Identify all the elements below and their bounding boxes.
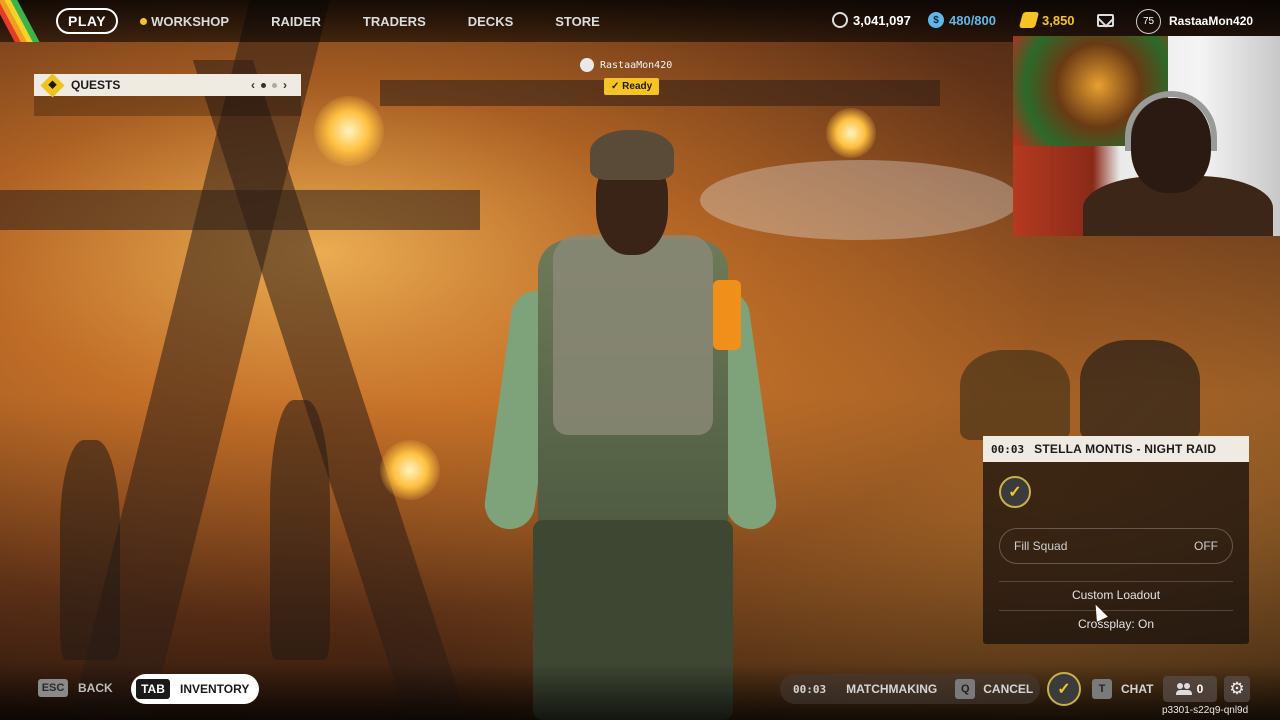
- matchmaking-status: 00:03 MATCHMAKING Q CANCEL: [780, 674, 1040, 704]
- nav-decks[interactable]: DECKS: [468, 14, 514, 29]
- matchmaking-label: MATCHMAKING: [846, 682, 938, 696]
- nav-workshop-label: WORKSHOP: [151, 13, 230, 29]
- npc-silhouette: [1080, 340, 1200, 440]
- nav-raider[interactable]: RAIDER: [271, 14, 321, 29]
- nav-traders[interactable]: TRADERS: [363, 14, 426, 29]
- match-title: STELLA MONTIS - NIGHT RAID: [1034, 442, 1217, 456]
- pager-dot: [272, 82, 277, 88]
- ready-badge: ✓ Ready: [604, 78, 660, 95]
- player-level-badge: 75: [1136, 9, 1161, 34]
- quests-panel[interactable]: QUESTS ‹ ›: [34, 72, 301, 116]
- gear-icon: ⚙: [1229, 679, 1245, 698]
- mail-icon[interactable]: [1097, 14, 1114, 27]
- fill-squad-label: Fill Squad: [1014, 539, 1068, 553]
- player-name: RastaaMon420: [600, 59, 673, 71]
- scaffold-beam: [0, 190, 480, 230]
- custom-loadout-option[interactable]: Custom Loadout: [983, 588, 1249, 602]
- currency-coins-value: 3,041,097: [853, 12, 911, 28]
- coin-icon: [832, 12, 848, 28]
- cred-icon: $: [928, 12, 944, 28]
- rainbow-stripes-icon: [0, 0, 44, 42]
- currency-cred-value: 480/800: [949, 12, 996, 28]
- crossplay-option[interactable]: Crossplay: On: [983, 617, 1249, 631]
- character-vest: [553, 235, 713, 435]
- esc-key: ESC: [38, 679, 68, 697]
- t-key: T: [1092, 679, 1112, 699]
- fill-squad-value: OFF: [1194, 539, 1218, 553]
- back-label: BACK: [78, 681, 113, 695]
- currency-gold-value: 3,850: [1042, 12, 1075, 28]
- inventory-button[interactable]: TAB INVENTORY: [131, 674, 260, 704]
- play-button[interactable]: PLAY: [56, 8, 119, 34]
- friends-count: 0: [1196, 682, 1204, 696]
- character-patch: [713, 280, 741, 350]
- npc-silhouette: [960, 350, 1070, 440]
- lamp-light: [826, 108, 876, 158]
- main-nav: PLAY WORKSHOP RAIDER TRADERS DECKS STORE: [56, 8, 642, 34]
- currency-coins: 3,041,097: [832, 12, 911, 28]
- matchmaking-timer: 00:03: [793, 682, 827, 696]
- pager-next-icon[interactable]: ›: [283, 78, 287, 92]
- scaffold-beam: [380, 80, 940, 106]
- character-hair: [590, 130, 674, 180]
- lamp-light: [314, 96, 384, 166]
- inventory-label: INVENTORY: [180, 682, 250, 696]
- webcam-overlay: [1013, 36, 1280, 236]
- squad-emblem-icon[interactable]: ✓: [1047, 672, 1081, 706]
- match-timer: 00:03: [991, 442, 1025, 456]
- fill-squad-toggle[interactable]: Fill Squad OFF: [999, 528, 1233, 564]
- cancel-button[interactable]: CANCEL: [983, 682, 1033, 696]
- squad-emblem-icon: [999, 476, 1031, 508]
- quests-pager: ‹ ›: [251, 78, 287, 92]
- nav-workshop[interactable]: WORKSHOP: [140, 14, 229, 29]
- quest-diamond-icon: [40, 72, 65, 98]
- divider: [999, 610, 1233, 611]
- lamp-light: [380, 440, 440, 500]
- match-panel: 00:03 STELLA MONTIS - NIGHT RAID Fill Sq…: [983, 436, 1249, 644]
- gold-icon: [1018, 12, 1040, 28]
- match-header: 00:03 STELLA MONTIS - NIGHT RAID: [983, 436, 1249, 462]
- friends-button[interactable]: 0: [1163, 676, 1217, 702]
- tab-key: TAB: [136, 679, 170, 699]
- quests-title: QUESTS: [71, 78, 121, 92]
- settings-button[interactable]: ⚙: [1224, 676, 1250, 702]
- chat-button[interactable]: T CHAT: [1092, 679, 1153, 699]
- player-tag: RastaaMon420: [580, 58, 672, 72]
- pager-dot-active: [261, 82, 266, 88]
- player-crest-icon: [580, 58, 594, 72]
- chat-label: CHAT: [1121, 682, 1154, 696]
- pager-prev-icon[interactable]: ‹: [251, 78, 255, 92]
- raider-character: [481, 130, 780, 720]
- nav-store[interactable]: STORE: [555, 14, 600, 29]
- session-id: p3301-s22q9-qnl9d: [1162, 705, 1249, 716]
- currency-cred: $ 480/800: [928, 12, 996, 28]
- npc-silhouette: [60, 440, 120, 660]
- friends-icon: [1175, 683, 1192, 695]
- quests-header: QUESTS ‹ ›: [34, 72, 301, 98]
- back-button[interactable]: ESC BACK: [38, 679, 113, 697]
- username-label[interactable]: RastaaMon420: [1169, 14, 1253, 28]
- npc-silhouette: [270, 400, 330, 660]
- currency-gold: 3,850: [1018, 12, 1075, 28]
- q-key: Q: [955, 679, 976, 699]
- notification-dot-icon: [140, 17, 148, 25]
- divider: [999, 581, 1233, 582]
